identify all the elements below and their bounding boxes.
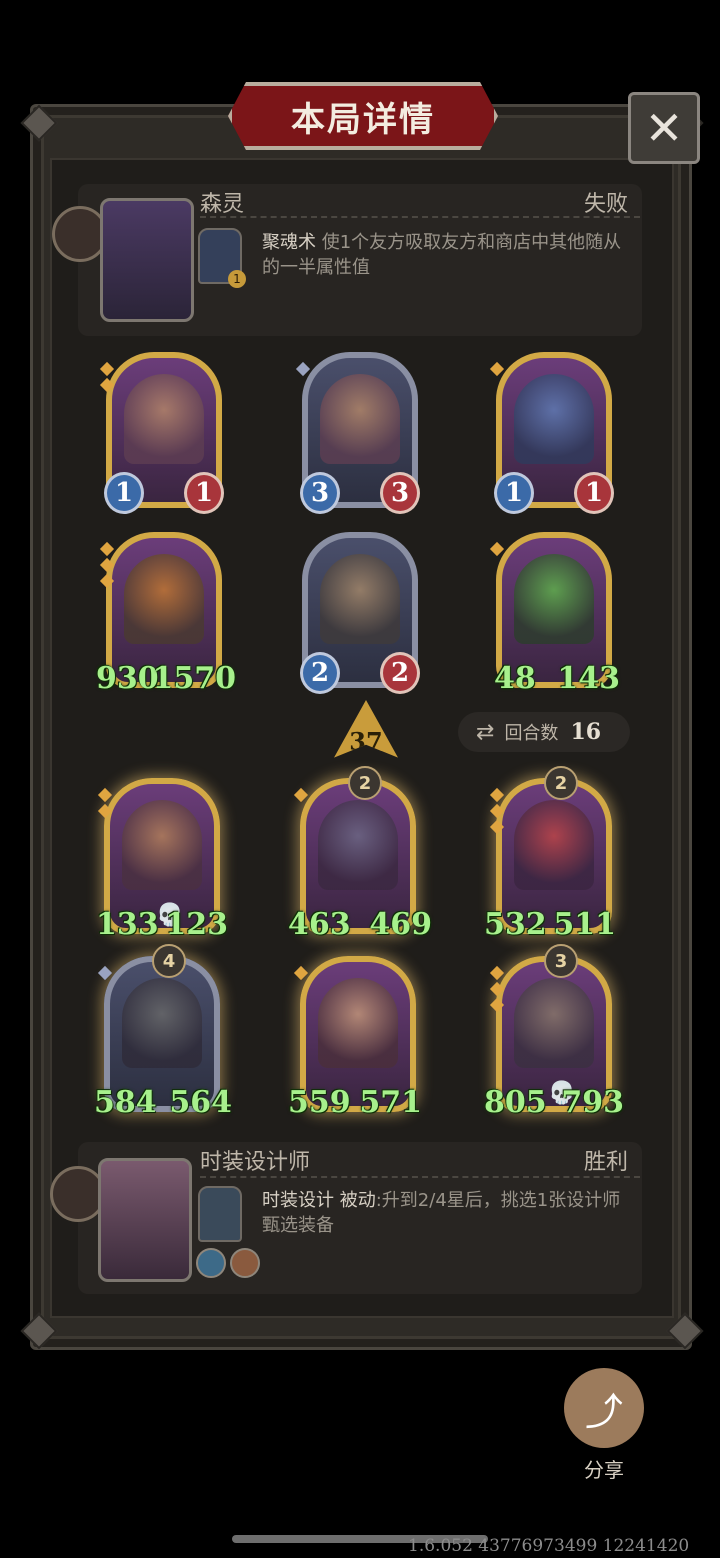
opponent-result: 失败 [583,192,628,217]
health-stat: 1 [184,472,224,514]
share-button[interactable]: ⤴ [564,1368,644,1448]
attack-stat: 463 [288,907,351,942]
turn-count: ⇄ 回合数 16 [458,712,630,752]
skill-name: 时装设计 [262,1190,334,1211]
health-stat: 1 [574,472,614,514]
health-stat: 571 [359,1085,422,1120]
attack-stat: 930 [96,661,159,696]
attack-stat: 2 [300,652,340,694]
equipment-icon[interactable] [230,1248,260,1278]
share-icon: ⤴ [584,1389,623,1434]
attack-stat: 584 [94,1085,157,1120]
health-stat: 3 [380,472,420,514]
skill-desc: 使1个友方吸取友方和商店中其他随从的一半属性值 [262,232,622,278]
star-badge: 4 [152,944,186,978]
attack-stat: 1 [104,472,144,514]
share-label: 分享 [584,1458,624,1482]
divider [200,1176,640,1178]
player-unit[interactable]: 💀 133 123 [96,778,228,942]
attack-stat: 48 [494,661,536,696]
player-skill-text: 时装设计 被动:升到2/4星后，挑选1张设计师甄选装备 [262,1188,628,1238]
player-unit[interactable]: 559 571 [288,956,422,1120]
attack-stat: 1 [494,472,534,514]
player-hero-avatar [98,1158,192,1282]
skill-name: 聚魂术 [262,232,316,253]
attack-stat: 3 [300,472,340,514]
close-button[interactable]: ✕ [628,92,700,164]
turn-count-label: 回合数 [504,723,559,744]
opponent-unit[interactable]: 3 3 [295,352,420,514]
page-title: 本局详情 [291,99,435,140]
health-stat: 123 [165,907,228,942]
health-stat: 1570 [152,661,237,696]
star-badge: 3 [544,944,578,978]
opponent-skill-text: 聚魂术 使1个友方吸取友方和商店中其他随从的一半属性值 [262,230,628,280]
skill-icon [198,1186,242,1242]
player-unit[interactable]: 3 💀 805 793 [484,944,624,1120]
swap-icon: ⇄ [476,719,495,745]
star-badge: 2 [544,766,578,800]
player-unit[interactable]: 2 532 511 [484,766,616,942]
opponent-unit[interactable]: 48 143 [489,532,620,696]
attack-stat: 133 [96,907,159,942]
skill-icon: 1 [198,228,246,288]
health-stat: 564 [169,1085,232,1120]
attack-stat: 805 [484,1085,547,1120]
opponent-name: 森灵 [200,192,245,217]
equipment-icon[interactable] [196,1248,226,1278]
player-unit[interactable]: 4 584 564 [94,944,232,1120]
skill-level-badge: 1 [228,270,246,288]
star-badge: 2 [348,766,382,800]
turn-count-value: 16 [570,719,602,745]
attack-stat: 532 [484,907,547,942]
player-result: 胜利 [583,1150,628,1175]
player-unit[interactable]: 2 463 469 [288,766,432,942]
divider [200,216,640,218]
close-icon: ✕ [644,101,684,155]
opponent-unit[interactable]: 1 1 [489,352,614,514]
opponent-unit[interactable]: 1 1 [99,352,224,514]
skill-type: 被动 [339,1190,376,1211]
opponent-unit[interactable]: 930 1570 [96,532,236,696]
version-text: 1.6.052 43776973499 12241420 [408,1536,690,1556]
attack-stat: 559 [288,1085,351,1120]
health-stat: 469 [369,907,432,942]
title-plate: 本局详情 [228,82,498,150]
player-name: 时装设计师 [200,1150,311,1175]
health-stat: 2 [380,652,420,694]
health-stat: 793 [561,1085,624,1120]
health-stat: 143 [557,661,620,696]
health-stat: 511 [553,907,616,942]
opponent-hero-avatar [100,198,194,322]
opponent-unit[interactable]: 2 2 [300,532,420,694]
